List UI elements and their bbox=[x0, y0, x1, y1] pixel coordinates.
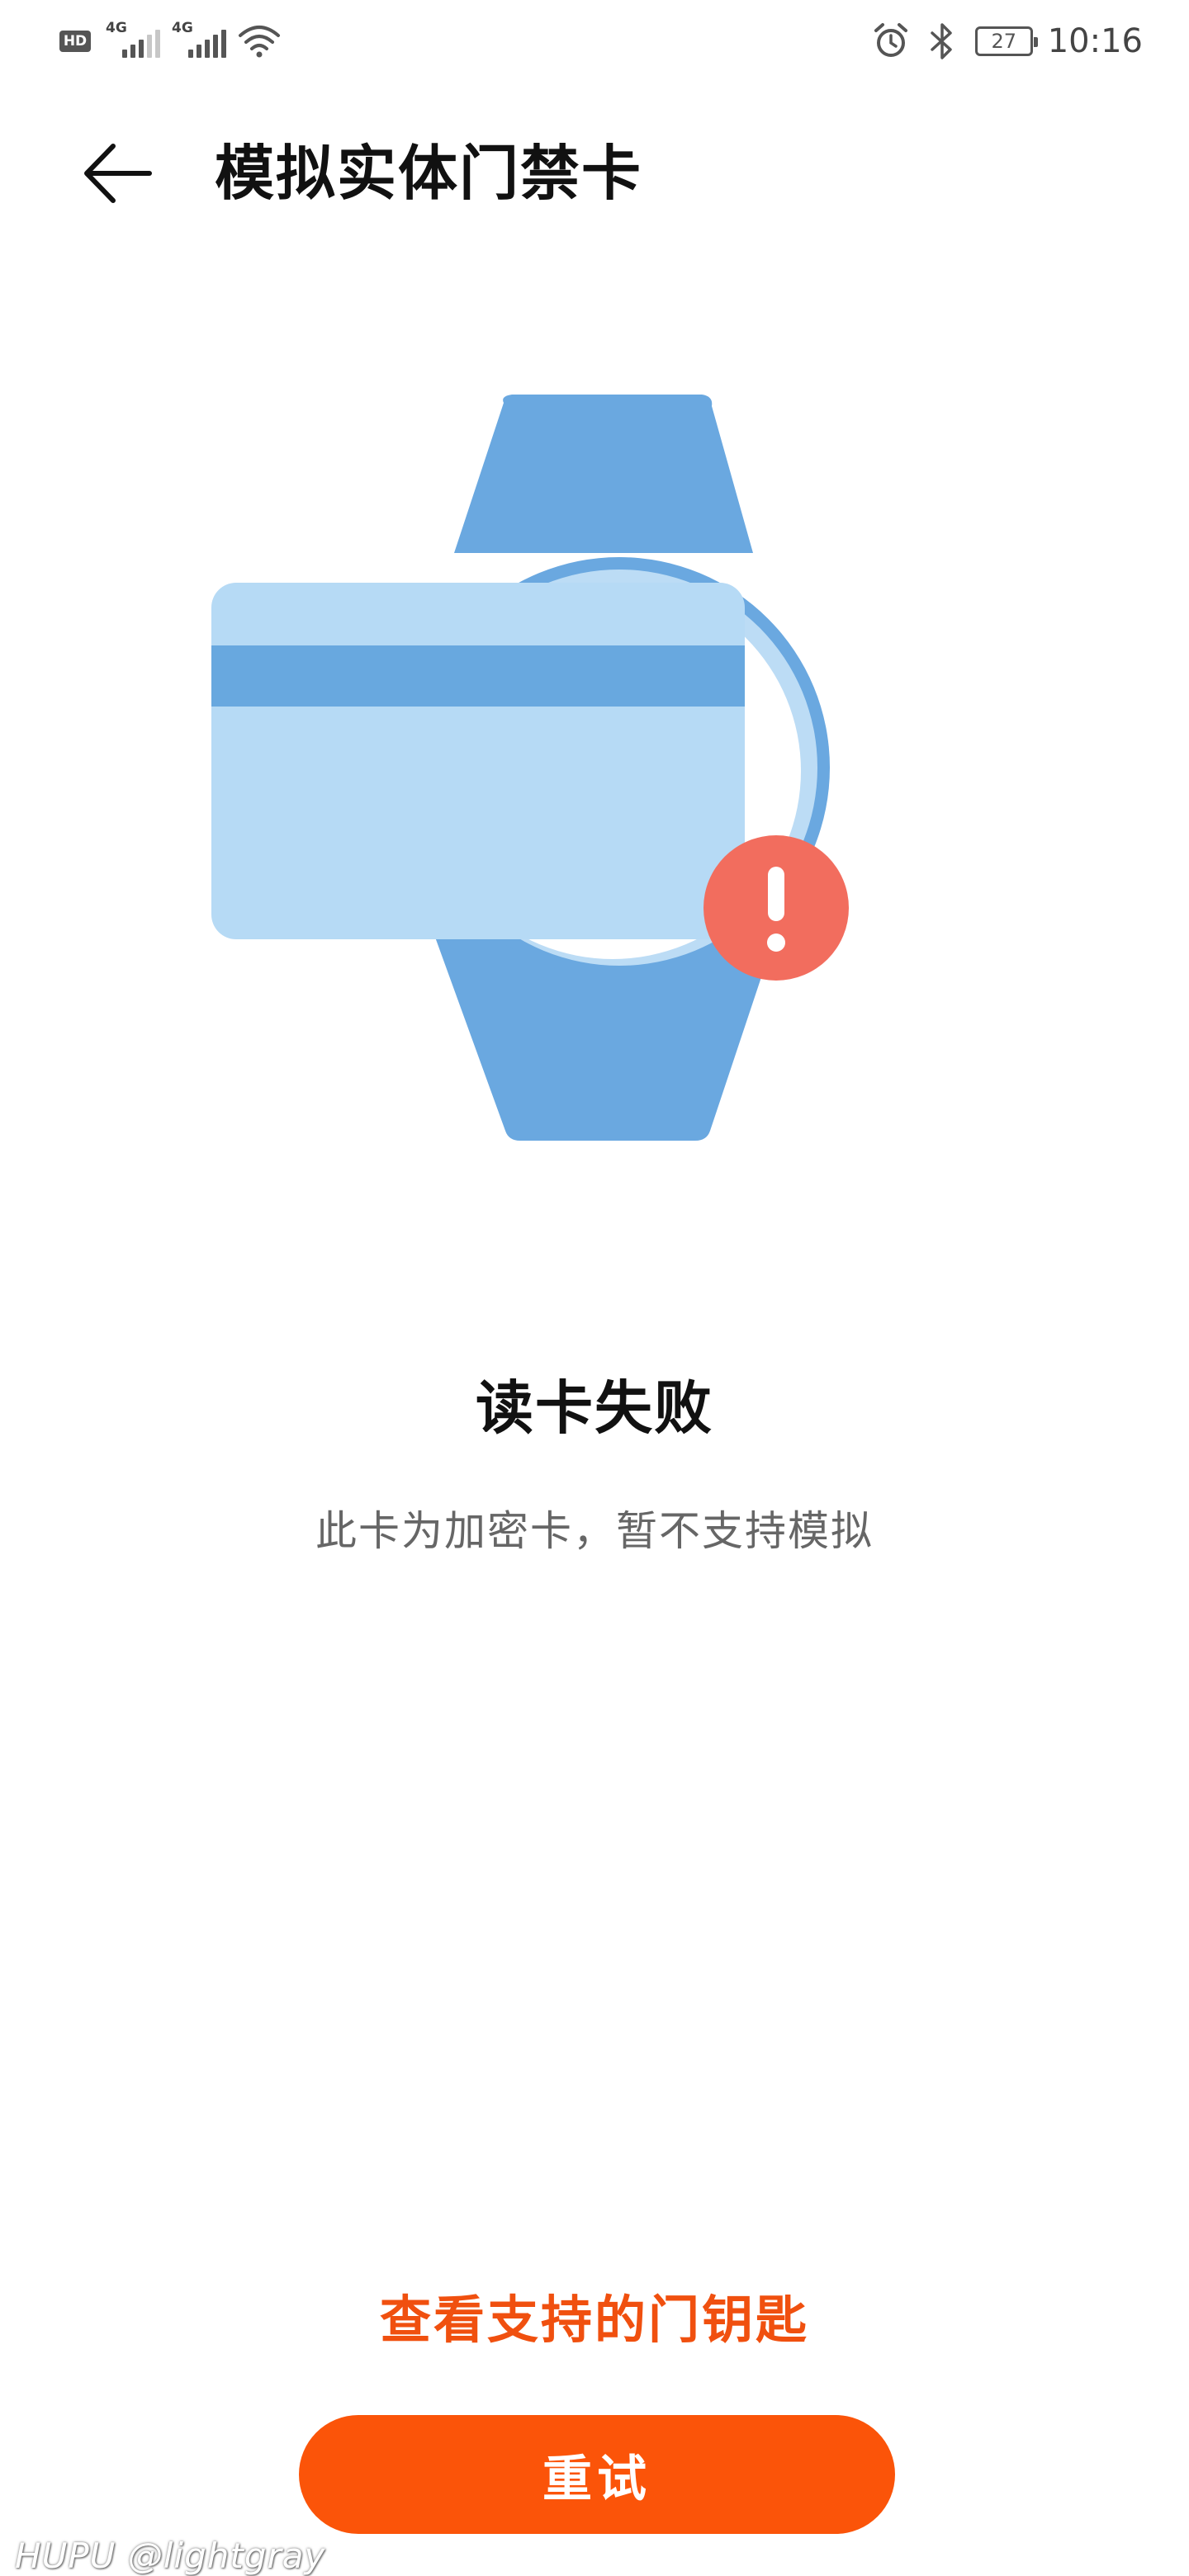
access-card-stripe bbox=[211, 645, 745, 707]
view-supported-keys-link[interactable]: 查看支持的门钥匙 bbox=[0, 2278, 1189, 2352]
sim1-signal-icon: 4G bbox=[106, 20, 160, 58]
arrow-left-icon bbox=[84, 144, 152, 203]
watermark: HUPU @lightgray bbox=[15, 2536, 326, 2576]
back-button[interactable] bbox=[76, 132, 159, 215]
retry-button[interactable]: 重试 bbox=[299, 2415, 895, 2534]
result-title: 读卡失败 bbox=[476, 1374, 713, 1442]
status-bar-left: HD 4G 4G bbox=[59, 18, 281, 64]
sim2-signal-icon: 4G bbox=[172, 20, 226, 58]
wifi-icon bbox=[239, 26, 280, 58]
status-bar-right: 27 10:16 bbox=[873, 15, 1143, 68]
result-description: 此卡为加密卡，暂不支持模拟 bbox=[315, 1507, 874, 1555]
battery-icon: 27 bbox=[974, 26, 1038, 56]
status-bar: HD 4G 4G 27 10:16 bbox=[0, 0, 1189, 83]
clock-time: 10:16 bbox=[1047, 22, 1143, 60]
hd-voice-icon: HD bbox=[59, 31, 91, 52]
page-title: 模拟实体门禁卡 bbox=[215, 139, 643, 208]
exclamation-badge-icon bbox=[703, 835, 849, 981]
alarm-clock-icon bbox=[874, 23, 907, 57]
watch-band-top bbox=[454, 395, 753, 553]
bluetooth-icon bbox=[930, 23, 952, 59]
access-card bbox=[211, 583, 745, 939]
card-read-failed-illustration bbox=[211, 395, 849, 1141]
